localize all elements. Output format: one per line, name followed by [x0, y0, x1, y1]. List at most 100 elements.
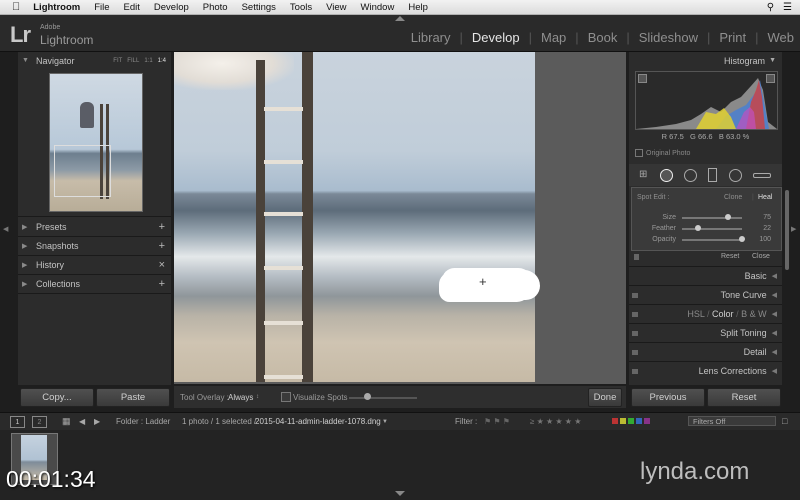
- detail-section-header[interactable]: Detail ◀: [629, 342, 782, 361]
- filter-lock-icon[interactable]: □: [782, 416, 787, 426]
- forward-arrow-icon[interactable]: ▶: [94, 417, 100, 426]
- menu-photo[interactable]: Photo: [196, 2, 235, 13]
- opacity-slider-knob[interactable]: [739, 236, 745, 242]
- module-print[interactable]: Print: [710, 30, 746, 45]
- red-eye-icon[interactable]: [684, 169, 697, 182]
- zoom-1-1[interactable]: 1:1: [144, 58, 152, 64]
- navigator-viewport-rect[interactable]: [54, 145, 111, 197]
- menu-tools[interactable]: Tools: [283, 2, 319, 13]
- original-photo-toggle[interactable]: Original Photo: [635, 149, 690, 157]
- module-develop[interactable]: Develop: [463, 30, 520, 45]
- module-map[interactable]: Map: [532, 30, 566, 45]
- spot-panel-switch-icon[interactable]: [634, 254, 639, 260]
- crop-overlay-icon[interactable]: ⊞: [639, 169, 647, 180]
- back-arrow-icon[interactable]: ◀: [79, 417, 85, 426]
- menu-view[interactable]: View: [319, 2, 353, 13]
- module-book[interactable]: Book: [579, 30, 618, 45]
- menu-list-icon[interactable]: ☰: [783, 2, 792, 13]
- spot-close-button[interactable]: Close: [752, 253, 770, 260]
- split-toning-section-header[interactable]: Split Toning ◀: [629, 323, 782, 342]
- collections-header[interactable]: ▶ Collections +: [18, 275, 171, 292]
- histogram-header[interactable]: Histogram ▼: [629, 52, 782, 69]
- menu-develop[interactable]: Develop: [147, 2, 196, 13]
- secondary-window-button[interactable]: 2: [32, 416, 47, 428]
- histogram-graph[interactable]: [635, 71, 778, 130]
- color-tab[interactable]: Color: [712, 309, 734, 319]
- graduated-filter-icon[interactable]: [708, 168, 717, 182]
- zoom-fit[interactable]: FIT: [113, 58, 122, 64]
- primary-window-button[interactable]: 1: [10, 416, 25, 428]
- opacity-slider-track[interactable]: [682, 239, 742, 241]
- size-value[interactable]: 75: [763, 214, 771, 221]
- original-photo-checkbox[interactable]: [635, 149, 643, 157]
- filename-dropdown-icon[interactable]: ▼: [382, 419, 388, 425]
- tool-overlay-select[interactable]: Always: [228, 393, 253, 402]
- right-panel-scrollbar[interactable]: [785, 190, 789, 270]
- add-preset-icon[interactable]: +: [159, 221, 171, 233]
- menu-help[interactable]: Help: [401, 2, 435, 13]
- hsl-section-header[interactable]: HSL / Color / B & W ◀: [629, 304, 782, 323]
- size-slider-track[interactable]: [682, 217, 742, 219]
- module-slideshow[interactable]: Slideshow: [630, 30, 698, 45]
- collapse-top-arrow-icon[interactable]: [395, 16, 405, 21]
- radial-filter-icon[interactable]: [729, 169, 742, 182]
- apple-icon[interactable]: : [0, 1, 26, 13]
- clone-mode-button[interactable]: Clone: [724, 194, 742, 201]
- zoom-fill[interactable]: FILL: [127, 58, 139, 64]
- lens-corrections-section-header[interactable]: Lens Corrections ◀: [629, 361, 782, 380]
- bw-tab[interactable]: B & W: [741, 309, 767, 319]
- tone-curve-section-header[interactable]: Tone Curve ◀: [629, 285, 782, 304]
- visualize-threshold-knob[interactable]: [364, 393, 371, 400]
- feather-slider-knob[interactable]: [694, 225, 701, 231]
- basic-section-header[interactable]: Basic ◀: [629, 266, 782, 285]
- copy-settings-button[interactable]: Copy...: [20, 388, 94, 407]
- hsl-tab[interactable]: HSL: [687, 309, 704, 319]
- select-stepper-icon[interactable]: ↕: [256, 394, 259, 400]
- zoom-1-4[interactable]: 1:4: [158, 58, 166, 64]
- visualize-threshold-slider[interactable]: [349, 397, 417, 399]
- size-slider-knob[interactable]: [724, 214, 731, 220]
- develop-tool-strip: ⊞: [629, 164, 782, 186]
- folder-source[interactable]: Folder : Ladder: [116, 417, 170, 426]
- shadow-clipping-indicator[interactable]: [638, 74, 647, 83]
- done-button[interactable]: Done: [588, 388, 622, 407]
- heal-mode-button[interactable]: Heal: [758, 194, 772, 201]
- spot-reset-button[interactable]: Reset: [721, 253, 739, 260]
- filters-off-select[interactable]: Filters Off: [688, 416, 776, 426]
- rating-filter-icon[interactable]: ≥ ★ ★ ★ ★ ★: [530, 417, 581, 426]
- feather-value[interactable]: 22: [763, 225, 771, 232]
- collapse-bottom-arrow-icon[interactable]: [395, 491, 405, 496]
- visualize-spots-checkbox[interactable]: [281, 392, 291, 402]
- heal-spot-brush-area[interactable]: [442, 268, 534, 298]
- add-collection-icon[interactable]: +: [159, 278, 171, 290]
- menu-file[interactable]: File: [87, 2, 116, 13]
- highlight-clipping-indicator[interactable]: [766, 74, 775, 83]
- menu-settings[interactable]: Settings: [235, 2, 283, 13]
- opacity-value[interactable]: 100: [759, 236, 771, 243]
- spot-removal-icon[interactable]: [660, 169, 673, 182]
- reset-button[interactable]: Reset: [707, 388, 781, 407]
- presets-header[interactable]: ▶ Presets +: [18, 218, 171, 235]
- flag-filter-icon[interactable]: ⚑ ⚑ ⚑: [484, 417, 510, 426]
- filename-label[interactable]: 2015-04-11-admin-ladder-1078.dng: [255, 417, 381, 426]
- module-web[interactable]: Web: [759, 30, 795, 45]
- adjustment-brush-icon[interactable]: [753, 173, 771, 178]
- collapse-right-panel-icon[interactable]: ▶: [791, 225, 796, 233]
- previous-button[interactable]: Previous: [631, 388, 705, 407]
- menu-window[interactable]: Window: [354, 2, 402, 13]
- photo-preview[interactable]: [174, 52, 535, 382]
- module-library[interactable]: Library: [402, 30, 451, 45]
- collapse-left-panel-icon[interactable]: ◀: [3, 225, 8, 233]
- paste-settings-button[interactable]: Paste: [96, 388, 170, 407]
- snapshots-header[interactable]: ▶ Snapshots +: [18, 237, 171, 254]
- grid-view-icon[interactable]: ▦: [62, 416, 71, 427]
- feather-slider-track[interactable]: [682, 228, 742, 230]
- history-header[interactable]: ▶ History ×: [18, 256, 171, 273]
- menu-edit[interactable]: Edit: [117, 2, 147, 13]
- add-snapshot-icon[interactable]: +: [159, 240, 171, 252]
- spotlight-search-icon[interactable]: ⚲: [767, 2, 774, 13]
- menu-app-name[interactable]: Lightroom: [26, 2, 87, 13]
- color-label-filter-icon[interactable]: [612, 417, 650, 426]
- navigator-header[interactable]: ▼ Navigator FIT FILL 1:1 1:4: [18, 52, 171, 69]
- clear-history-icon[interactable]: ×: [159, 259, 171, 271]
